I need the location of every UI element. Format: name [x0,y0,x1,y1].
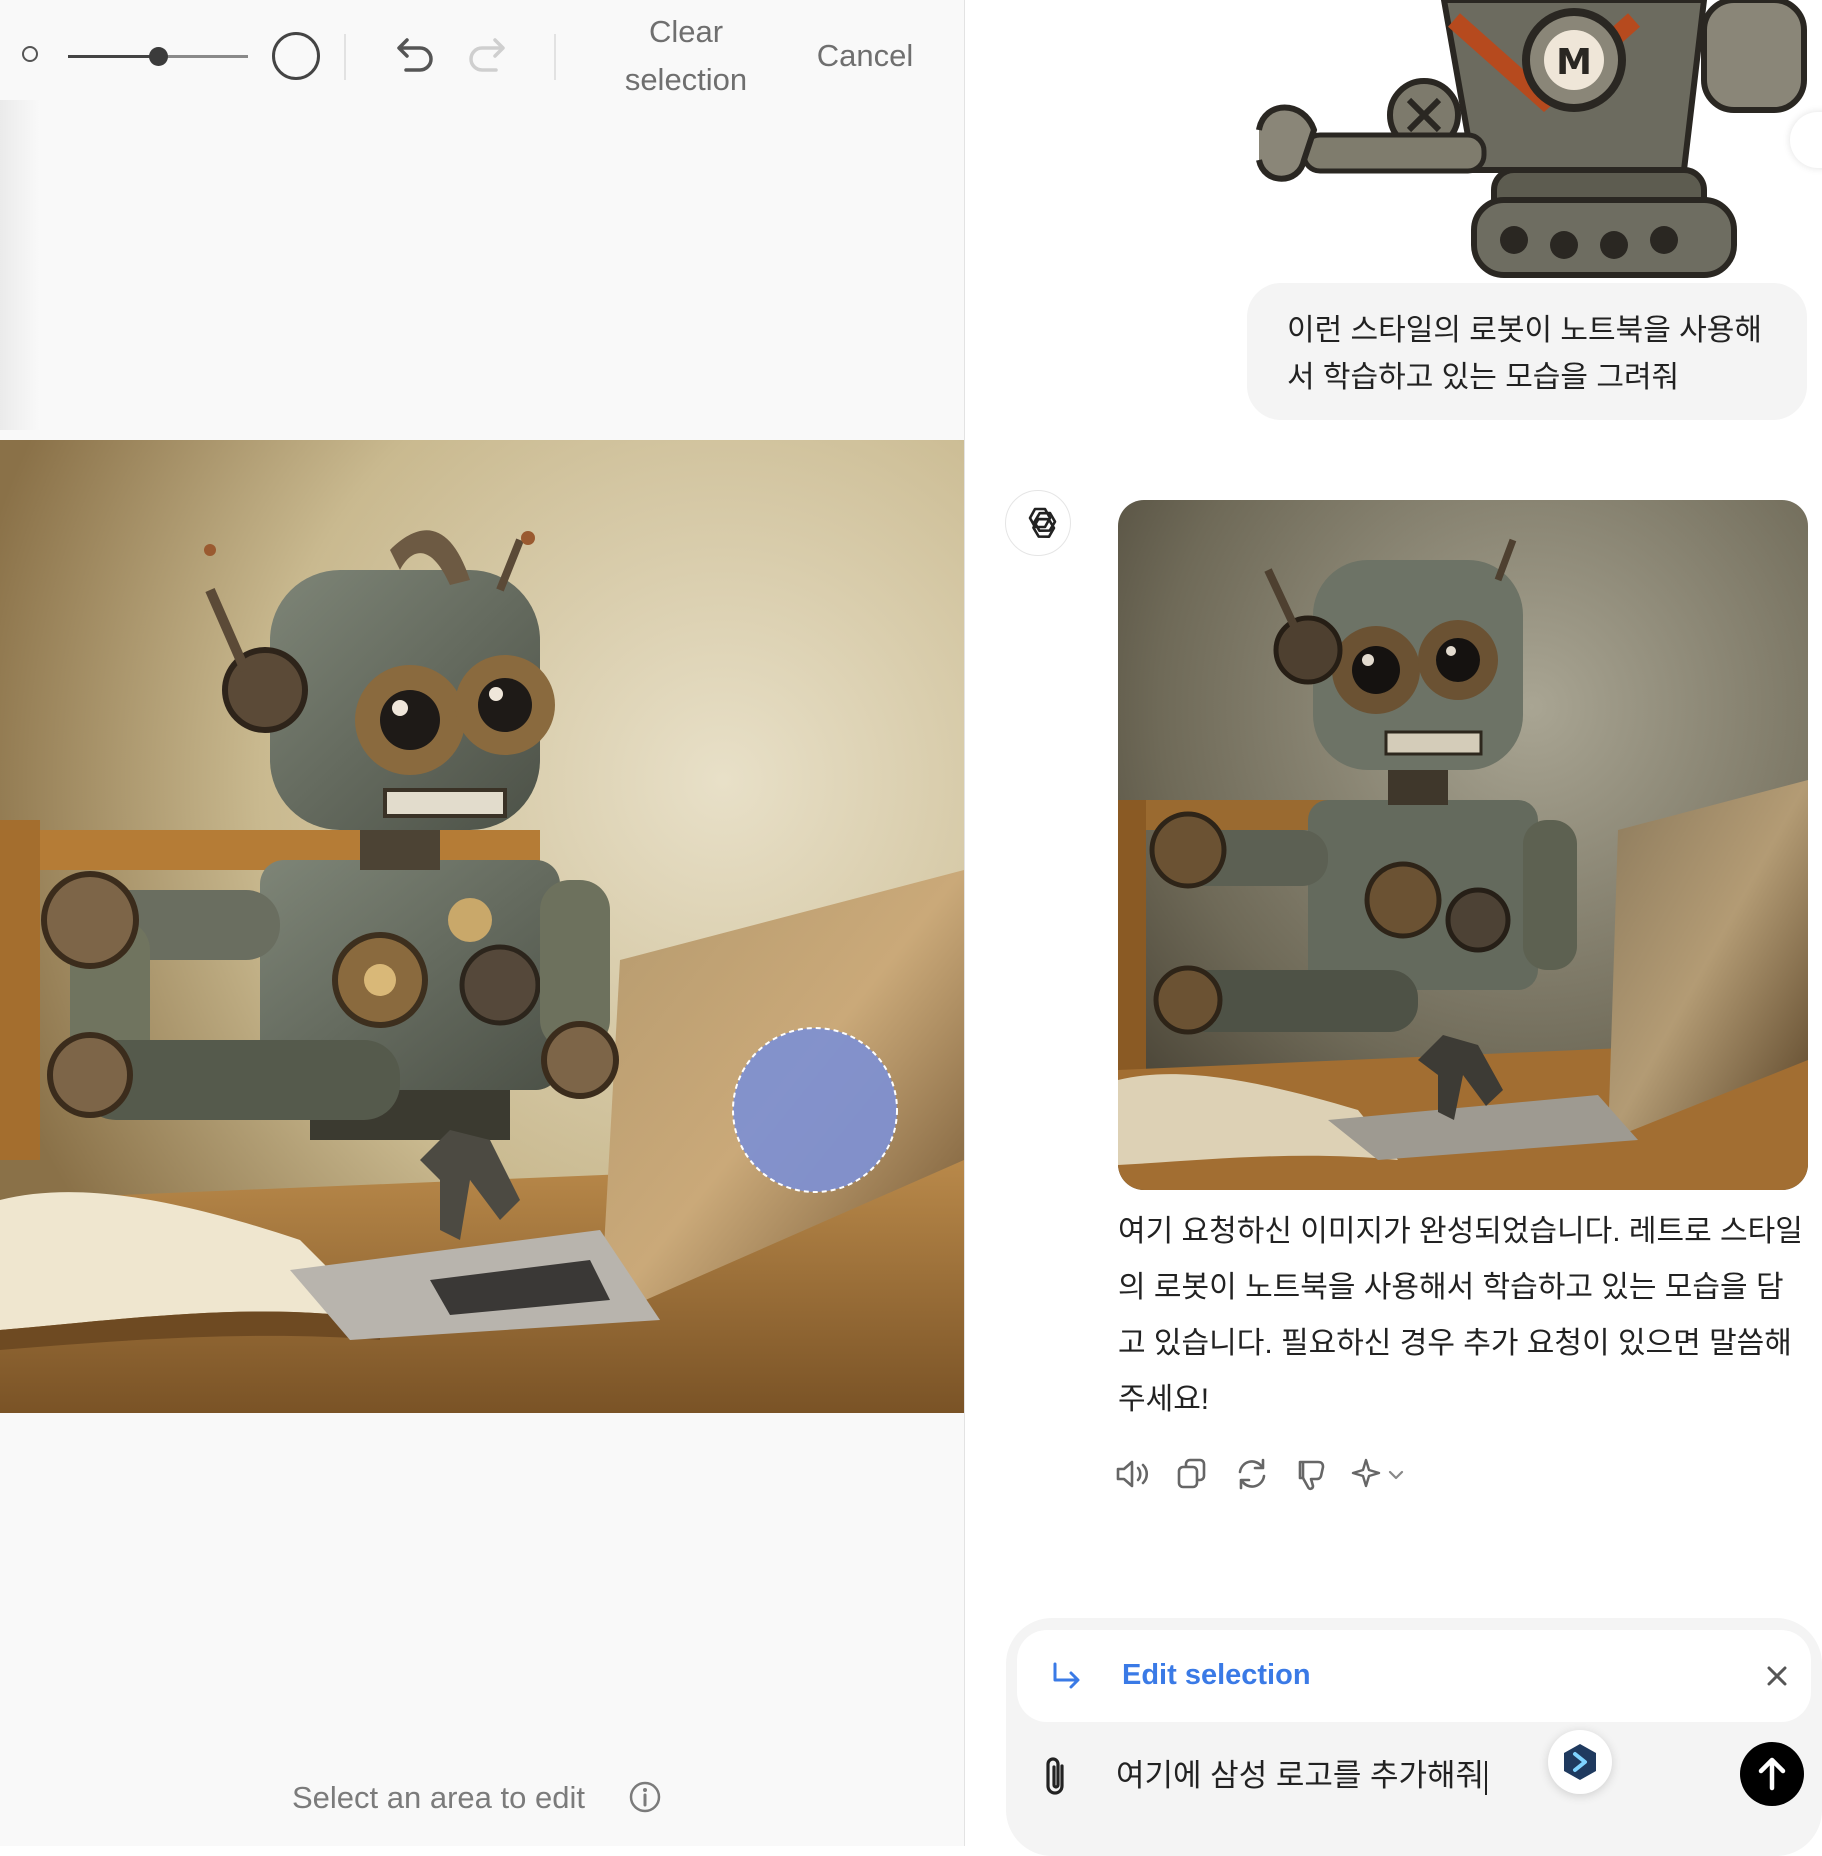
select-area-hint: Select an area to edit [292,1780,585,1815]
user-message-bubble: 이런 스타일의 로봇이 노트북을 사용해 서 학습하고 있는 모습을 그려줘 [1247,283,1807,420]
editor-toolbar: Clear selection Cancel [0,0,964,110]
info-icon[interactable] [628,1780,662,1814]
attach-icon[interactable] [1036,1752,1076,1802]
sparkle-model-icon[interactable] [1348,1454,1414,1494]
extension-badge[interactable] [1548,1730,1612,1794]
clear-selection-button[interactable]: Clear selection [606,8,766,104]
assistant-message-line: 의 로봇이 노트북을 사용해서 학습하고 있는 모습을 담 [1118,1271,1784,1304]
extension-logo-icon [1564,1744,1596,1780]
image-editor-pane: Clear selection Cancel Select an area to… [0,0,965,1846]
speaker-icon[interactable] [1110,1454,1154,1494]
close-icon[interactable] [1761,1660,1793,1692]
thumbs-down-icon[interactable] [1290,1454,1334,1494]
assistant-message-line: 고 있습니다. 필요하신 경우 추가 요청이 있으면 말씀해 [1118,1327,1792,1360]
brush-size-slider[interactable] [68,47,248,66]
svg-text:M: M [1556,42,1592,83]
generated-image-art [1118,500,1808,1190]
selection-mask [732,1027,898,1193]
undo-icon[interactable] [386,30,438,80]
user-message-line: 서 학습하고 있는 모습을 그려줘 [1287,361,1680,394]
message-input-value: 여기에 삼성 로고를 추가해줘 [1116,1758,1485,1793]
cancel-button[interactable]: Cancel [800,32,930,80]
panel-edge-shadow [0,100,40,430]
robot-laptop-image [0,440,964,1413]
reference-robot-image[interactable]: M [1244,0,1810,280]
send-button[interactable] [1740,1742,1804,1806]
text-cursor [1485,1760,1488,1795]
assistant-avatar [1005,490,1071,556]
assistant-message-line: 주세요! [1118,1383,1210,1416]
user-message-line: 이런 스타일의 로봇이 노트북을 사용해 [1287,314,1762,347]
editable-image-canvas[interactable] [0,440,964,1413]
edit-selection-label: Edit selection [1122,1659,1311,1691]
brush-size-fill [68,55,158,58]
redo-icon[interactable] [464,30,516,80]
reply-arrow-icon [1053,1662,1080,1689]
message-input[interactable]: 여기에 삼성 로고를 추가해줘 [1116,1752,1488,1800]
clear-selection-label-line1: Clear [648,14,724,49]
toolbar-divider [344,34,346,80]
toolbar-divider [554,34,556,80]
brush-size-thumb[interactable] [149,47,168,66]
arrow-up-icon [1758,1757,1786,1791]
openai-logo-icon [1028,507,1057,538]
generated-robot-image[interactable] [1118,500,1808,1190]
brush-small-icon [22,46,38,62]
assistant-message-line: 여기 요청하신 이미지가 완성되었습니다. 레트로 스타일 [1118,1215,1803,1248]
clear-selection-label-line2: selection [624,62,748,97]
edit-selection-chip: Edit selection [1017,1630,1811,1722]
brush-large-icon [272,32,320,80]
assistant-message: 여기 요청하신 이미지가 완성되었습니다. 레트로 스타일 의 로봇이 노트북을… [1118,1204,1812,1428]
copy-icon[interactable] [1170,1454,1214,1494]
regenerate-icon[interactable] [1230,1454,1274,1494]
